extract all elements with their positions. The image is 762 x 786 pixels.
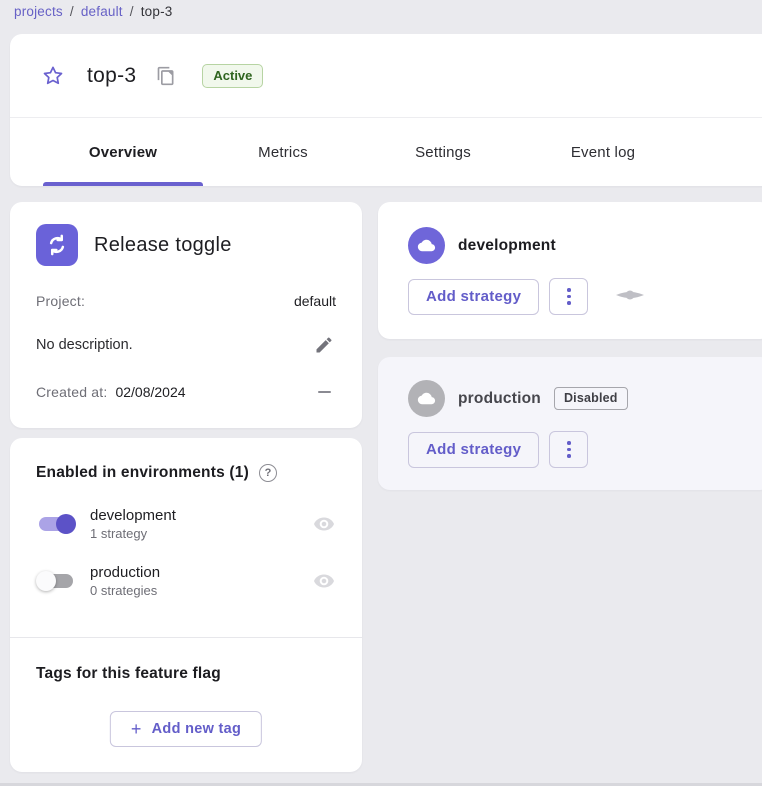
kebab-menu-button[interactable] — [549, 278, 588, 315]
add-new-tag-button[interactable]: + Add new tag — [110, 711, 262, 747]
cloud-icon — [408, 227, 445, 264]
feature-tabs: Overview Metrics Settings Event log — [10, 118, 762, 186]
feature-type-card: Release toggle Project: default No descr… — [10, 202, 362, 428]
visibility-eye-icon[interactable] — [312, 569, 336, 593]
plus-icon: + — [131, 722, 142, 736]
description-text: No description. — [36, 337, 133, 353]
breadcrumb-separator: / — [70, 4, 74, 19]
description-row: No description. — [36, 333, 336, 357]
environments-title: Enabled in environments (1) — [36, 464, 249, 482]
environments-card: Enabled in environments (1) ? developmen… — [10, 438, 362, 772]
status-badge: Active — [202, 64, 263, 88]
add-strategy-button[interactable]: Add strategy — [408, 279, 539, 315]
tab-metrics[interactable]: Metrics — [203, 118, 363, 186]
production-toggle[interactable] — [36, 569, 76, 593]
environment-name: production — [90, 564, 160, 581]
production-environment-panel: production Disabled Add strategy — [378, 357, 762, 490]
feature-title-row: top-3 Active — [10, 34, 762, 117]
breadcrumb-current: top-3 — [141, 4, 173, 19]
environment-panel-name: production — [458, 390, 541, 408]
feature-header-card: top-3 Active Overview Metrics Settings E… — [10, 34, 762, 186]
disabled-badge: Disabled — [554, 387, 628, 410]
environment-strategy-count: 1 strategy — [90, 526, 176, 541]
project-value: default — [294, 293, 336, 309]
tags-title: Tags for this feature flag — [36, 665, 221, 683]
project-label: Project: — [36, 293, 85, 309]
collapse-minus-icon[interactable] — [312, 380, 336, 404]
strategy-connector-icon — [615, 288, 645, 306]
breadcrumb-separator: / — [130, 4, 134, 19]
tab-event-log[interactable]: Event log — [523, 118, 683, 186]
created-label: Created at: — [36, 384, 107, 400]
visibility-eye-icon[interactable] — [312, 512, 336, 536]
feature-type-header: Release toggle — [36, 224, 336, 266]
tab-settings[interactable]: Settings — [363, 118, 523, 186]
divider — [10, 637, 362, 638]
favorite-star-icon[interactable] — [40, 63, 66, 89]
release-toggle-icon — [36, 224, 78, 266]
environment-strategy-count: 0 strategies — [90, 583, 160, 598]
tab-overview[interactable]: Overview — [43, 118, 203, 186]
feature-type-title: Release toggle — [94, 234, 232, 257]
cloud-icon — [408, 380, 445, 417]
page-title: top-3 — [87, 64, 136, 88]
breadcrumb: projects / default / top-3 — [14, 4, 173, 19]
kebab-menu-button[interactable] — [549, 431, 588, 468]
development-toggle[interactable] — [36, 512, 76, 536]
environment-row-development: development 1 strategy — [36, 507, 336, 541]
environment-name: development — [90, 507, 176, 524]
development-environment-panel: development Add strategy — [378, 202, 762, 339]
project-row: Project: default — [36, 293, 336, 309]
copy-icon[interactable] — [156, 66, 176, 86]
edit-description-icon[interactable] — [312, 333, 336, 357]
add-new-tag-label: Add new tag — [152, 721, 242, 737]
created-value: 02/08/2024 — [115, 384, 185, 400]
environment-row-production: production 0 strategies — [36, 564, 336, 598]
help-icon[interactable]: ? — [259, 464, 277, 482]
environment-panel-name: development — [458, 237, 556, 255]
created-row: Created at: 02/08/2024 — [36, 380, 336, 404]
add-strategy-button[interactable]: Add strategy — [408, 432, 539, 468]
breadcrumb-default-link[interactable]: default — [81, 4, 123, 19]
breadcrumb-projects-link[interactable]: projects — [14, 4, 63, 19]
